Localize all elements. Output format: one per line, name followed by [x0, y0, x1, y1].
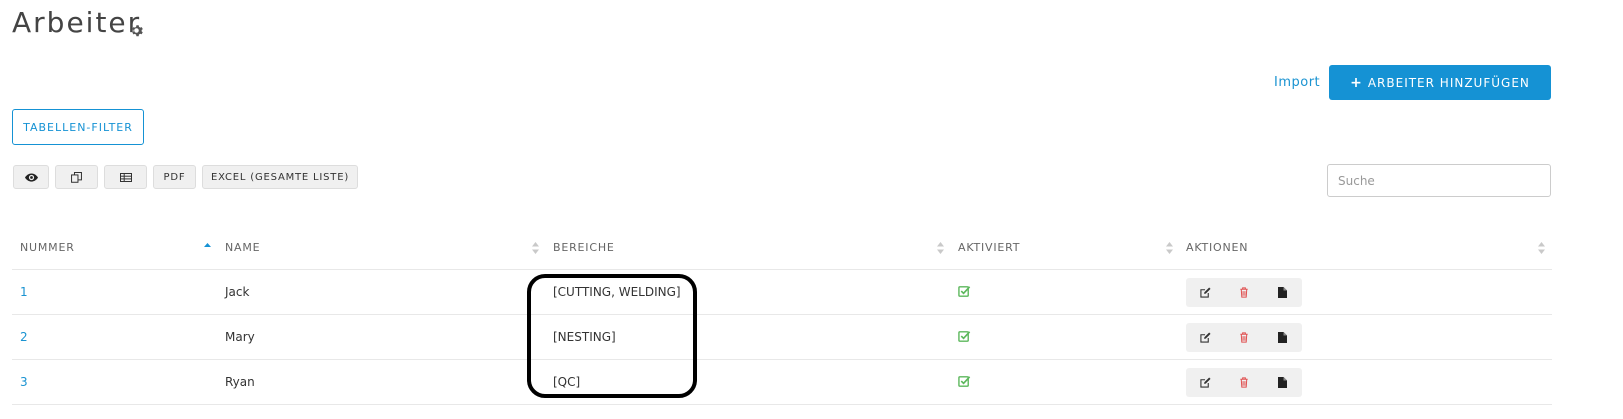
trash-icon [1240, 287, 1248, 298]
add-worker-label: ARBEITER HINZUFÜGEN [1367, 75, 1530, 90]
column-header-name[interactable]: NAME [225, 241, 260, 254]
table-header: NUMMER NAME BEREICHE AKTIVIERT AKTIONEN [12, 225, 1552, 270]
copy-button[interactable] [55, 165, 98, 189]
trash-icon [1240, 332, 1248, 343]
document-button[interactable] [1263, 368, 1302, 397]
pdf-button[interactable]: PDF [153, 165, 196, 189]
edit-icon [1200, 377, 1211, 388]
document-button[interactable] [1263, 323, 1302, 352]
column-visibility-button[interactable] [13, 165, 49, 189]
edit-icon [1200, 287, 1211, 298]
table-filter-button[interactable]: TABELLEN-FILTER [12, 109, 144, 145]
column-header-actions[interactable]: AKTIONEN [1186, 241, 1248, 254]
sort-icon[interactable] [1166, 242, 1173, 254]
delete-button[interactable] [1225, 323, 1264, 352]
worker-name: Ryan [225, 375, 255, 389]
csv-icon [119, 172, 132, 182]
edit-button[interactable] [1186, 323, 1225, 352]
worker-name: Jack [225, 285, 250, 299]
column-header-active[interactable]: AKTIVIERT [958, 241, 1020, 254]
add-worker-button[interactable]: + ARBEITER HINZUFÜGEN [1329, 65, 1551, 100]
sort-icon[interactable] [532, 242, 539, 254]
worker-areas: [NESTING] [553, 330, 616, 344]
gear-icon[interactable] [130, 24, 143, 37]
csv-button[interactable] [104, 165, 147, 189]
eye-icon [24, 172, 38, 182]
table-row: 2 Mary [NESTING] [12, 315, 1552, 360]
check-icon [958, 331, 971, 342]
file-icon [1278, 287, 1288, 298]
column-header-number[interactable]: NUMMER [20, 241, 75, 254]
page-title: Arbeiter [12, 6, 142, 39]
worker-areas: [QC] [553, 375, 581, 389]
worker-number-link[interactable]: 1 [20, 285, 28, 299]
worker-number-link[interactable]: 3 [20, 375, 28, 389]
plus-icon: + [1350, 74, 1363, 91]
row-actions [1186, 323, 1302, 352]
search-input[interactable] [1327, 164, 1551, 197]
document-button[interactable] [1263, 278, 1302, 307]
row-actions [1186, 278, 1302, 307]
check-icon [958, 376, 971, 387]
worker-areas: [CUTTING, WELDING] [553, 285, 681, 299]
sort-asc-icon[interactable] [204, 242, 211, 254]
column-header-areas[interactable]: BEREICHE [553, 241, 615, 254]
sort-icon[interactable] [937, 242, 944, 254]
table-row: 3 Ryan [QC] [12, 360, 1552, 405]
workers-table: NUMMER NAME BEREICHE AKTIVIERT AKTIONEN … [12, 225, 1552, 405]
delete-button[interactable] [1225, 278, 1264, 307]
table-row: 1 Jack [CUTTING, WELDING] [12, 270, 1552, 315]
sort-icon[interactable] [1538, 242, 1545, 254]
trash-icon [1240, 377, 1248, 388]
copy-icon [71, 171, 82, 183]
excel-button[interactable]: EXCEL (GESAMTE LISTE) [202, 165, 358, 189]
import-link[interactable]: Import [1274, 75, 1320, 90]
file-icon [1278, 377, 1288, 388]
check-icon [958, 286, 971, 297]
row-actions [1186, 368, 1302, 397]
worker-number-link[interactable]: 2 [20, 330, 28, 344]
edit-button[interactable] [1186, 278, 1225, 307]
delete-button[interactable] [1225, 368, 1264, 397]
edit-icon [1200, 332, 1211, 343]
worker-name: Mary [225, 330, 255, 344]
file-icon [1278, 332, 1288, 343]
edit-button[interactable] [1186, 368, 1225, 397]
